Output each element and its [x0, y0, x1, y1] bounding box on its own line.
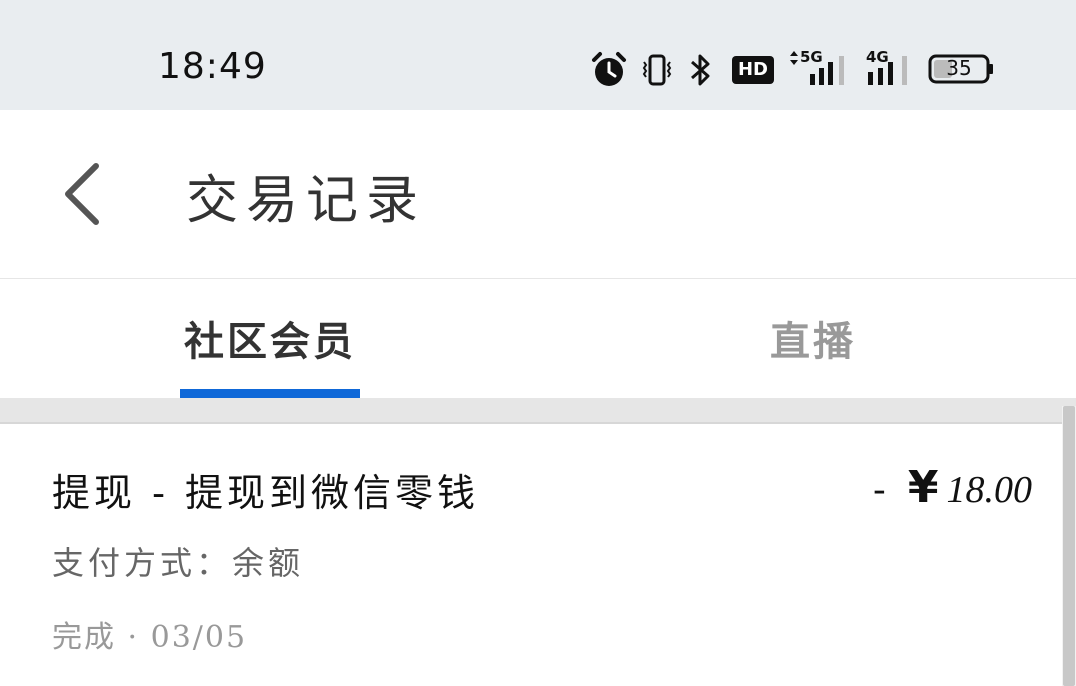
transaction-title: 提现 - 提现到微信零钱 [52, 471, 479, 515]
hd-label: HD [737, 59, 768, 80]
page-title: 交易记录 [186, 171, 427, 231]
alarm-icon [588, 50, 630, 94]
4g-label: 4G [866, 48, 889, 66]
tab-bar: 社区会员 直播 [0, 279, 1076, 398]
chevron-left-icon [65, 163, 99, 225]
header: 交易记录 [0, 110, 1076, 279]
transaction-amount: - ¥18.00 [873, 462, 1032, 513]
battery-icon: 35 [928, 54, 994, 88]
amount-value: 18.00 [946, 469, 1033, 511]
section-divider [0, 398, 1076, 422]
currency-symbol: ¥ [907, 462, 939, 513]
tab-community-member[interactable]: 社区会员 [184, 309, 356, 367]
vibrate-icon [640, 54, 674, 90]
4g-signal-icon: 4G [864, 48, 914, 92]
status-time: 18:49 [158, 46, 267, 87]
scrollbar[interactable] [1063, 406, 1075, 686]
hd-icon: HD [732, 56, 774, 84]
bluetooth-icon [688, 52, 714, 92]
5g-label: 5G [800, 48, 823, 66]
active-tab-indicator [180, 389, 360, 398]
amount-sign: - [872, 470, 886, 511]
transaction-records-screen: 18:49 HD 5G 4G 35 交易记录 社区会员 直播 提现 - 提现到微… [0, 0, 1076, 686]
battery-level: 35 [946, 56, 972, 80]
transaction-status: 完成 · 03/05 [52, 620, 248, 655]
back-button[interactable] [54, 158, 114, 230]
5g-signal-icon: 5G [788, 48, 850, 92]
transaction-list: 提现 - 提现到微信零钱 - ¥18.00 支付方式：余额 完成 · 03/05 [0, 424, 1062, 686]
list-item[interactable]: 提现 - 提现到微信零钱 - ¥18.00 支付方式：余额 完成 · 03/05 [0, 424, 1062, 686]
status-bar: 18:49 HD 5G 4G 35 [0, 0, 1076, 110]
payment-method: 支付方式：余额 [52, 544, 305, 582]
tab-live[interactable]: 直播 [770, 309, 856, 367]
